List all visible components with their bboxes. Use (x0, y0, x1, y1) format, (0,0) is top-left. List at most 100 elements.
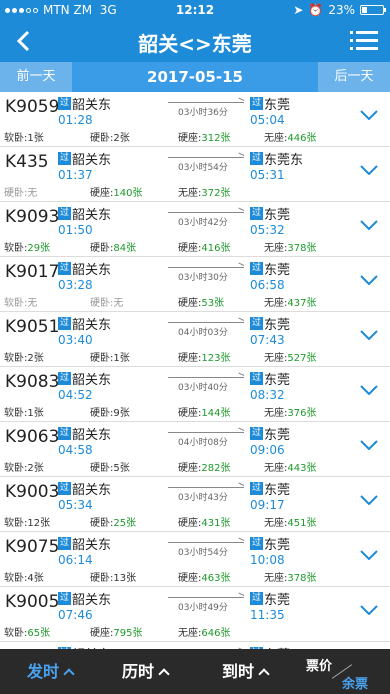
chevron-down-icon[interactable] (360, 165, 378, 175)
duration-arrow: 03小时40分 (168, 372, 245, 393)
seat-info: 软卧:1张 (4, 133, 44, 144)
status-bar: MTN ZM 3G 12:12 ➤ ⏰ 23% (0, 0, 390, 20)
date-bar: 前一天 2017-05-15 后一天 (0, 62, 390, 92)
arrival-station: 东莞 (264, 373, 291, 388)
pass-through-badge: 过 (250, 152, 263, 165)
train-number: K9051 (5, 317, 60, 337)
chevron-down-icon[interactable] (360, 440, 378, 450)
seat-info: 无座:443张 (264, 463, 317, 474)
train-row[interactable]: K9083 过 韶关东 04:52 03小时40分 过 东莞 08:32 软卧:… (0, 367, 390, 422)
arrival-station: 东莞 (264, 428, 291, 443)
train-list: K9059 过 韶关东 01:28 03小时36分 过 东莞 05:04 软卧:… (0, 92, 390, 649)
battery-icon (360, 5, 386, 15)
seat-info: 软卧:29张 (4, 243, 51, 254)
duration-arrow: 04小时03分 (168, 317, 245, 338)
seat-info: 无座:376张 (264, 408, 317, 419)
chevron-down-icon[interactable] (360, 275, 378, 285)
alarm-icon: ⏰ (308, 3, 324, 17)
arrival-time: 10:08 (250, 553, 285, 567)
seat-availability: 硬卧:无 硬座:140张 无座:372张 (0, 184, 390, 199)
current-date[interactable]: 2017-05-15 (72, 62, 318, 92)
train-row[interactable]: K9059 过 韶关东 01:28 03小时36分 过 东莞 05:04 软卧:… (0, 92, 390, 147)
train-row[interactable]: K9075 过 韶关东 06:14 03小时54分 过 东莞 10:08 软卧:… (0, 532, 390, 587)
departure-time: 03:28 (58, 278, 93, 292)
seat-info: 无座:527张 (264, 353, 317, 364)
seat-info: 软卧:4张 (4, 573, 44, 584)
train-row[interactable]: K9017 过 韶关东 03:28 03小时30分 过 东莞 06:58 软卧:… (0, 257, 390, 312)
departure-station: 韶关东 (72, 98, 112, 113)
arrival-time: 05:32 (250, 223, 285, 237)
chevron-down-icon[interactable] (360, 220, 378, 230)
arrival-station: 东莞 (264, 318, 291, 333)
prev-day-button[interactable]: 前一天 (0, 62, 72, 92)
seat-info: 硬卧:25张 (90, 518, 137, 529)
seat-info: 软卧:无 (4, 298, 38, 309)
seat-info: 硬卧:1张 (90, 353, 130, 364)
arrival-time: 09:06 (250, 443, 285, 457)
duration-arrow: 03小时54分 (168, 537, 245, 558)
seat-availability: 软卧:4张 硬卧:13张 硬座:463张 无座:378张 (0, 569, 390, 584)
chevron-down-icon[interactable] (360, 330, 378, 340)
seat-availability: 软卧:1张 硬卧:9张 硬座:144张 无座:376张 (0, 404, 390, 419)
chevron-down-icon[interactable] (360, 110, 378, 120)
seat-info: 硬座:140张 (90, 188, 143, 199)
train-number: K9005 (5, 592, 60, 612)
sort-depart-button[interactable]: 发时 (10, 649, 90, 694)
train-number: K9017 (5, 262, 60, 282)
duration-arrow: 03小时54分 (168, 152, 245, 173)
arrival-time: 09:17 (250, 498, 285, 512)
arrival-time: 05:04 (250, 113, 285, 127)
seat-info: 无座:451张 (264, 518, 317, 529)
duration: 04小时08分 (178, 438, 228, 448)
chevron-up-icon (63, 668, 75, 680)
train-number: K9003 (5, 482, 60, 502)
chevron-down-icon[interactable] (360, 385, 378, 395)
pass-through-badge: 过 (58, 207, 71, 220)
seat-info: 硬座:431张 (178, 518, 231, 529)
sort-arrive-button[interactable]: 到时 (205, 649, 285, 694)
pass-through-badge: 过 (58, 152, 71, 165)
chevron-down-icon[interactable] (360, 495, 378, 505)
train-row[interactable]: K435 过 韶关东 01:37 03小时54分 过 东莞东 05:31 硬卧:… (0, 147, 390, 202)
menu-icon[interactable] (350, 28, 378, 54)
duration: 03小时43分 (178, 493, 228, 503)
duration: 03小时42分 (178, 218, 228, 228)
next-day-button[interactable]: 后一天 (318, 62, 390, 92)
seat-info: 硬座:416张 (178, 243, 231, 254)
seat-availability: 软卧:1张 硬卧:2张 硬座:312张 无座:446张 (0, 129, 390, 144)
seat-info: 硬卧:无 (90, 298, 124, 309)
battery-percent: 23% (328, 3, 355, 17)
arrival-station: 东莞 (264, 208, 291, 223)
seat-info: 无座:437张 (264, 298, 317, 309)
seat-availability: 软卧:2张 硬卧:5张 硬座:282张 无座:443张 (0, 459, 390, 474)
arrival-station: 东莞 (264, 263, 291, 278)
seat-info: 硬卧:无 (4, 188, 38, 199)
chevron-down-icon[interactable] (360, 605, 378, 615)
pass-through-badge: 过 (58, 97, 71, 110)
duration: 04小时03分 (178, 328, 228, 338)
seat-info: 硬座:144张 (178, 408, 231, 419)
pass-through-badge: 过 (250, 427, 263, 440)
seat-info: 软卧:1张 (4, 408, 44, 419)
chevron-down-icon[interactable] (360, 550, 378, 560)
train-row[interactable]: K9063 过 韶关东 04:58 04小时08分 过 东莞 09:06 软卧:… (0, 422, 390, 477)
chevron-up-icon (258, 668, 270, 680)
seat-availability: 软卧:12张 硬卧:25张 硬座:431张 无座:451张 (0, 514, 390, 529)
departure-station: 韶关东 (72, 208, 112, 223)
departure-station: 韶关东 (72, 373, 112, 388)
departure-time: 01:28 (58, 113, 93, 127)
sort-price-remaining-button[interactable]: 票价 余票 (300, 649, 390, 694)
pass-through-badge: 过 (58, 537, 71, 550)
train-row[interactable]: K9051 过 韶关东 03:40 04小时03分 过 东莞 07:43 软卧:… (0, 312, 390, 367)
train-row[interactable]: K9003 过 韶关东 05:34 03小时43分 过 东莞 09:17 软卧:… (0, 477, 390, 532)
back-icon[interactable] (10, 26, 40, 56)
train-row[interactable]: K9093 过 韶关东 01:50 03小时42分 过 东莞 05:32 软卧:… (0, 202, 390, 257)
train-number: K9059 (5, 97, 60, 117)
train-row[interactable]: 过 韶关东 过 东莞 (0, 642, 390, 649)
departure-time: 04:52 (58, 388, 93, 402)
train-row[interactable]: K9005 过 韶关东 07:46 03小时49分 过 东莞 11:35 软卧:… (0, 587, 390, 642)
departure-station: 韶关东 (72, 483, 112, 498)
train-number: K9075 (5, 537, 60, 557)
sort-duration-button[interactable]: 历时 (105, 649, 185, 694)
arrival-time: 08:32 (250, 388, 285, 402)
